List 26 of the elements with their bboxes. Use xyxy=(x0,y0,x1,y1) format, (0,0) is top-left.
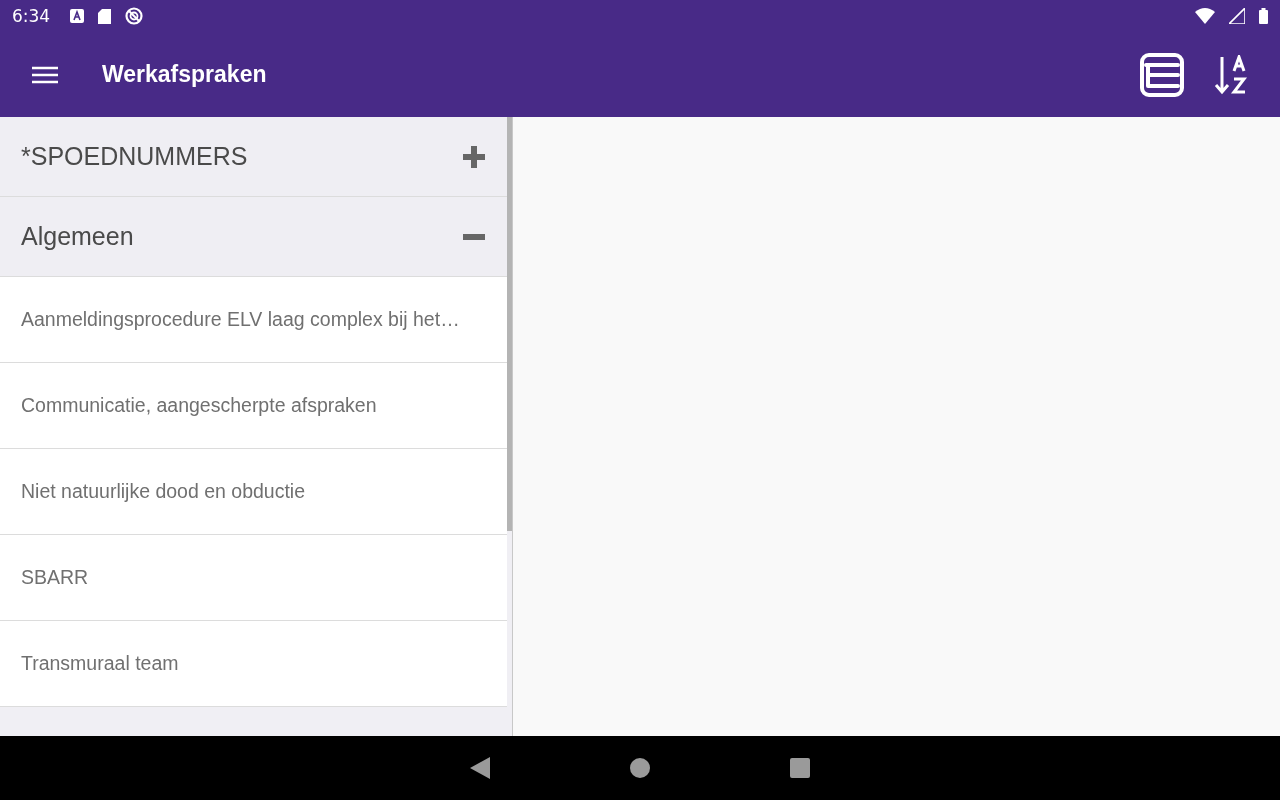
expand-icon xyxy=(463,145,485,168)
wifi-icon xyxy=(1195,8,1215,24)
recents-square-icon xyxy=(790,758,810,778)
group-title: Algemeen xyxy=(21,222,135,251)
list-item[interactable]: Niet natuurlijke dood en obductie xyxy=(0,449,507,535)
battery-icon xyxy=(1259,8,1268,24)
list-item[interactable]: Aanmeldingsprocedure ELV laag complex bij het… xyxy=(0,277,507,363)
cell-signal-icon xyxy=(1229,8,1245,24)
back-triangle-icon xyxy=(470,757,490,779)
list-tree-icon xyxy=(1140,52,1184,97)
menu-icon xyxy=(32,65,58,84)
do-not-disturb-icon xyxy=(125,7,144,25)
group-title: *SPOEDNUMMERS xyxy=(21,142,249,171)
collapse-icon xyxy=(463,233,485,240)
back-button[interactable] xyxy=(470,757,490,779)
font-app-icon xyxy=(70,9,85,23)
home-circle-icon xyxy=(630,758,650,778)
tree-view-button[interactable] xyxy=(1140,52,1184,97)
sd-card-icon xyxy=(98,8,112,24)
menu-button[interactable] xyxy=(32,65,58,84)
home-button[interactable] xyxy=(630,758,650,778)
status-time: 6:34 xyxy=(12,6,51,26)
list-item[interactable]: Transmuraal team xyxy=(0,621,507,707)
list-item[interactable]: Communicatie, aangescherpte afspraken xyxy=(0,363,507,449)
list-item[interactable]: SBARR xyxy=(0,535,507,621)
app-title: Werkafspraken xyxy=(102,61,267,88)
